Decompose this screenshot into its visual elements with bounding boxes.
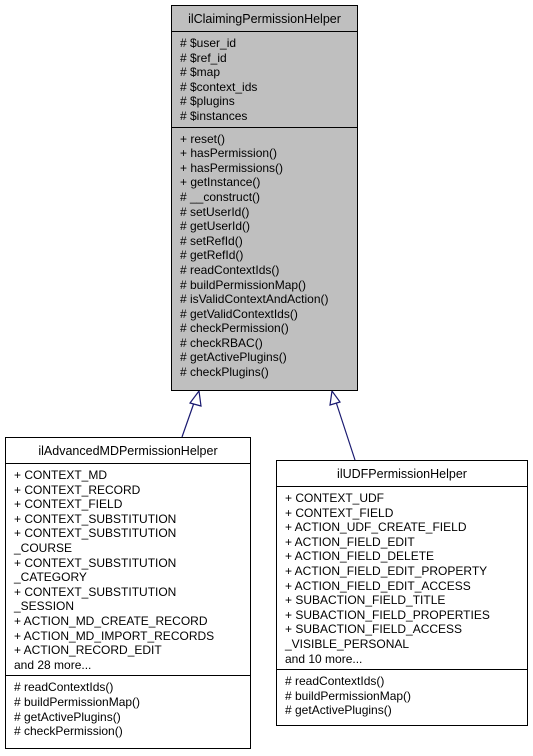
edge-udf-to-base bbox=[335, 401, 356, 461]
attribute-item: # $context_ids bbox=[180, 79, 258, 94]
method-item: # checkPlugins() bbox=[180, 365, 269, 380]
attribute-item: + SUBACTION_FIELD_TITLE bbox=[285, 593, 446, 608]
method-item: # getRefId() bbox=[180, 248, 244, 263]
method-item: # getUserId() bbox=[180, 219, 251, 234]
class-box-advanced-md[interactable]: ilAdvancedMDPermissionHelper + CONTEXT_M… bbox=[5, 437, 251, 749]
attribute-item: _COURSE bbox=[14, 540, 73, 555]
class-box-base[interactable]: ilClaimingPermissionHelper # $user_id # $… bbox=[171, 5, 358, 391]
method-item: # checkPermission() bbox=[180, 321, 289, 336]
method-item: # checkPermission() bbox=[14, 724, 123, 739]
attribute-item: # $map bbox=[180, 65, 221, 80]
method-item: + getInstance() bbox=[180, 175, 261, 190]
method-item: # getValidContextIds() bbox=[180, 306, 298, 321]
method-item: + hasPermission() bbox=[180, 146, 278, 161]
method-item: # getActivePlugins() bbox=[180, 350, 287, 365]
attribute-item: + ACTION_UDF_CREATE_FIELD bbox=[285, 520, 467, 535]
class-name: ilUDFPermissionHelper bbox=[277, 461, 527, 487]
attribute-item: + ACTION_FIELD_EDIT_PROPERTY bbox=[285, 563, 488, 578]
method-item: # getActivePlugins() bbox=[285, 703, 392, 718]
method-item: # getActivePlugins() bbox=[14, 709, 121, 724]
attribute-item: + CONTEXT_SUBSTITUTION bbox=[14, 526, 177, 541]
attribute-item: # $ref_id bbox=[180, 50, 227, 65]
method-item: # __construct() bbox=[180, 189, 261, 204]
method-item: # readContextIds() bbox=[14, 680, 114, 695]
attribute-item: + SUBACTION_FIELD_PROPERTIES bbox=[285, 607, 490, 622]
attribute-item: and 10 more... bbox=[285, 651, 363, 666]
methods-section: + reset() + hasPermission() + hasPermissio… bbox=[172, 126, 357, 383]
method-item: # setRefId() bbox=[180, 233, 243, 248]
attribute-item: + ACTION_RECORD_EDIT bbox=[14, 643, 162, 658]
methods-section: # readContextIds() # buildPermissionMap()… bbox=[277, 669, 527, 721]
attribute-item: + CONTEXT_FIELD bbox=[285, 505, 394, 520]
attribute-item: + CONTEXT_MD bbox=[14, 468, 108, 482]
attribute-item: + ACTION_MD_CREATE_RECORD bbox=[14, 613, 208, 628]
method-item: # readContextIds() bbox=[180, 262, 280, 277]
attribute-item: + SUBACTION_FIELD_ACCESS bbox=[285, 622, 463, 637]
attribute-item: # $plugins bbox=[180, 94, 235, 109]
attribute-item: + CONTEXT_SUBSTITUTION bbox=[14, 584, 177, 599]
method-item: # checkRBAC() bbox=[180, 335, 263, 350]
class-name: ilAdvancedMDPermissionHelper bbox=[6, 438, 250, 464]
attribute-item: + ACTION_FIELD_DELETE bbox=[285, 549, 435, 564]
attribute-item: # $instances bbox=[180, 108, 248, 123]
method-item: # setUserId() bbox=[180, 204, 250, 219]
attributes-section: + CONTEXT_UDF + CONTEXT_FIELD + ACTION_UDF… bbox=[277, 487, 527, 669]
attribute-item: _VISIBLE_PERSONAL bbox=[285, 636, 410, 651]
method-item: + reset() bbox=[180, 131, 226, 146]
method-item: + hasPermissions() bbox=[180, 160, 284, 175]
attribute-item: + ACTION_FIELD_EDIT bbox=[285, 534, 415, 549]
attribute-item: + CONTEXT_RECORD bbox=[14, 482, 141, 497]
method-item: # buildPermissionMap() bbox=[14, 694, 141, 709]
attribute-item: + CONTEXT_SUBSTITUTION bbox=[14, 511, 177, 526]
attribute-item: + CONTEXT_FIELD bbox=[14, 497, 123, 512]
method-item: # isValidContextAndAction() bbox=[180, 292, 329, 307]
class-box-udf[interactable]: ilUDFPermissionHelper + CONTEXT_UDF + CON… bbox=[276, 460, 528, 726]
edge-advanced-md-to-base bbox=[181, 399, 196, 438]
attribute-item: + CONTEXT_UDF bbox=[285, 491, 385, 505]
attribute-item: # $user_id bbox=[180, 36, 237, 50]
class-name: ilClaimingPermissionHelper bbox=[172, 6, 357, 32]
method-item: # buildPermissionMap() bbox=[285, 688, 412, 703]
attributes-section: # $user_id # $ref_id # $map # $context_ids #… bbox=[172, 32, 357, 127]
arrowhead-advanced-md bbox=[188, 389, 202, 407]
attribute-item: _CATEGORY bbox=[14, 570, 87, 585]
arrowhead-udf bbox=[329, 389, 341, 406]
attribute-item: + ACTION_FIELD_EDIT_ACCESS bbox=[285, 578, 471, 593]
methods-section: # readContextIds() # buildPermissionMap()… bbox=[6, 675, 250, 741]
attribute-item: + ACTION_MD_IMPORT_RECORDS bbox=[14, 628, 215, 643]
method-item: # readContextIds() bbox=[285, 674, 385, 689]
attributes-section: + CONTEXT_MD + CONTEXT_RECORD + CONTEXT_FI… bbox=[6, 464, 250, 675]
attribute-item: + CONTEXT_SUBSTITUTION bbox=[14, 555, 177, 570]
attribute-item: _SESSION bbox=[14, 599, 75, 614]
attribute-item: and 28 more... bbox=[14, 657, 92, 672]
method-item: # buildPermissionMap() bbox=[180, 277, 307, 292]
